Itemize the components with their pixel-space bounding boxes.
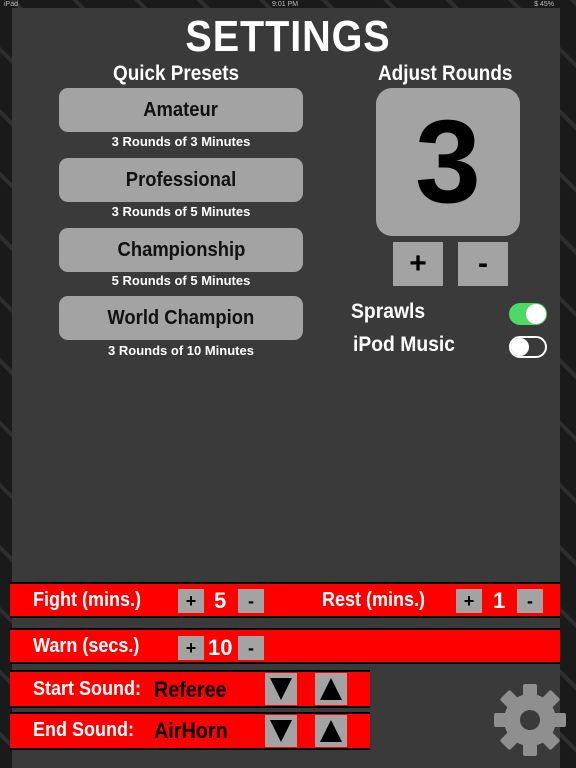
preset-professional-button[interactable]: Professional — [59, 158, 303, 202]
preset-championship-description: 5 Rounds of 5 Minutes — [111, 273, 251, 288]
arrow-down-icon — [270, 678, 292, 700]
fight-plus-button[interactable]: + — [178, 589, 204, 613]
warn-value: 10 — [208, 635, 233, 660]
end-sound-label: End Sound: — [33, 719, 134, 741]
arrow-down-icon — [270, 720, 292, 742]
presets-header: Quick Presets — [113, 62, 240, 85]
warn-plus-button[interactable]: + — [178, 636, 204, 660]
preset-amateur-button[interactable]: Amateur — [59, 88, 303, 132]
page-title: SETTINGS — [185, 12, 391, 61]
start-sound-value: Referee — [154, 677, 227, 702]
start-sound-label: Start Sound: — [33, 678, 141, 700]
status-battery: $ 45% — [534, 1, 554, 8]
preset-label: Championship — [117, 238, 245, 261]
preset-amateur-description: 3 Rounds of 3 Minutes — [111, 134, 251, 149]
arrow-up-icon — [320, 720, 342, 742]
fight-label: Fight (mins.) — [33, 589, 141, 611]
preset-championship-button[interactable]: Championship — [59, 228, 303, 272]
start-sound-up-button[interactable] — [315, 673, 347, 705]
start-sound-down-button[interactable] — [265, 673, 297, 705]
status-time: 9:01 PM — [272, 1, 299, 8]
rounds-plus-button[interactable]: + — [393, 242, 443, 286]
end-sound-down-button[interactable] — [265, 715, 297, 747]
preset-world-champion-description: 3 Rounds of 10 Minutes — [108, 343, 254, 358]
warn-label: Warn (secs.) — [33, 635, 140, 657]
rest-label: Rest (mins.) — [322, 589, 426, 611]
ipod-music-toggle[interactable] — [509, 336, 547, 358]
arrow-up-icon — [320, 678, 342, 700]
rest-plus-button[interactable]: + — [456, 589, 482, 613]
rounds-header: Adjust Rounds — [378, 62, 513, 85]
preset-label: World Champion — [107, 306, 255, 329]
end-sound-value: AirHorn — [154, 718, 228, 743]
end-sound-up-button[interactable] — [315, 715, 347, 747]
ipod-music-label: iPod Music — [353, 333, 455, 356]
fight-minus-button[interactable]: - — [238, 589, 264, 613]
preset-professional-description: 3 Rounds of 5 Minutes — [111, 204, 251, 219]
rest-minus-button[interactable]: - — [517, 589, 543, 613]
gear-icon[interactable] — [490, 680, 570, 760]
toggle-knob — [511, 338, 529, 356]
fight-value: 5 — [214, 588, 227, 613]
preset-world-champion-button[interactable]: World Champion — [59, 296, 303, 340]
sprawls-toggle[interactable] — [509, 303, 547, 325]
sprawls-label: Sprawls — [351, 300, 426, 323]
rest-value: 1 — [493, 588, 506, 613]
status-carrier: iPad — [4, 1, 19, 8]
rounds-minus-button[interactable]: - — [458, 242, 508, 286]
preset-label: Amateur — [143, 98, 219, 121]
preset-label: Professional — [125, 168, 237, 191]
rounds-display: 3 — [376, 88, 520, 236]
warn-minus-button[interactable]: - — [238, 636, 264, 660]
toggle-knob — [526, 304, 546, 324]
